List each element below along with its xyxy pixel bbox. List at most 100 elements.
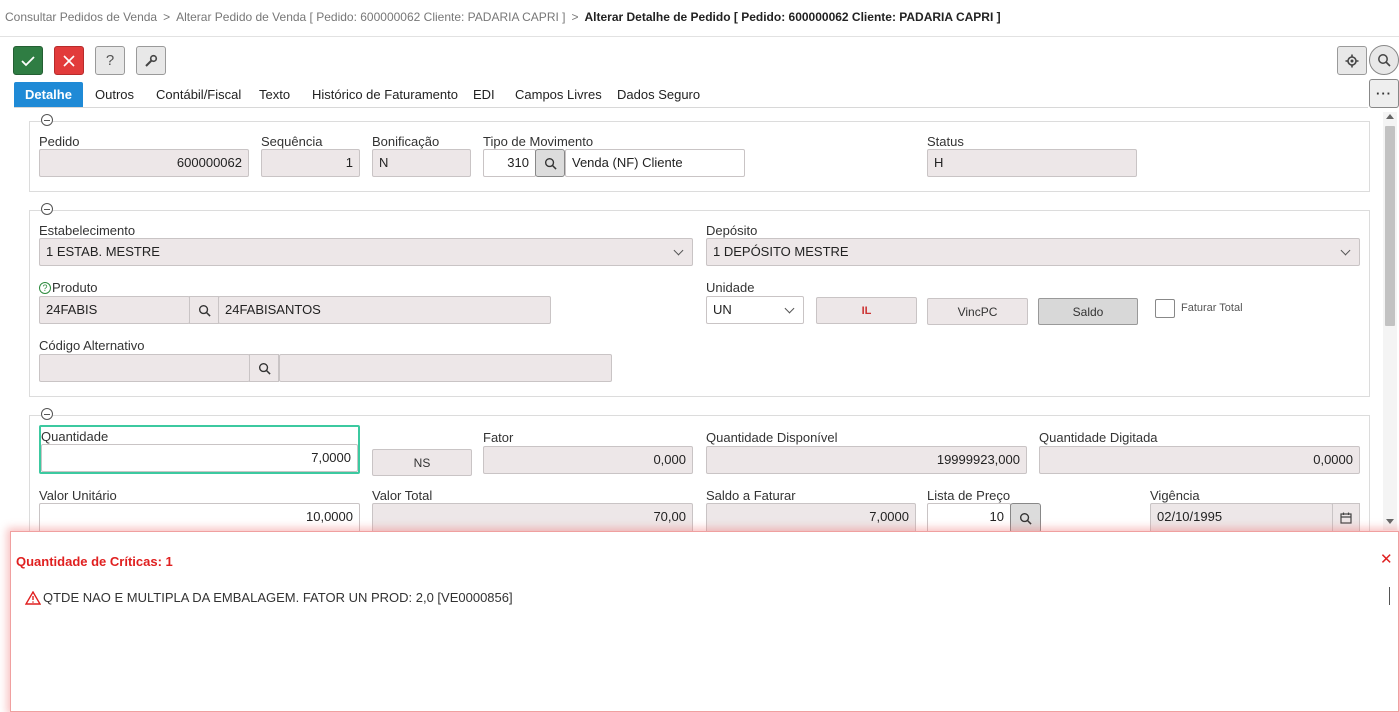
faturar-total-label: Faturar Total <box>1181 302 1243 314</box>
estabelecimento-label: Estabelecimento <box>39 223 136 238</box>
status-label: Status <box>927 134 964 149</box>
tipo-movimento-label: Tipo de Movimento <box>483 134 594 149</box>
lista-preco-input[interactable]: 10 <box>927 503 1011 533</box>
valor-unitario-label: Valor Unitário <box>39 488 117 503</box>
bonificacao-field: N <box>372 149 471 177</box>
produto-label-group: ? Produto <box>39 280 98 295</box>
valor-unitario-input[interactable]: 10,0000 <box>39 503 360 533</box>
sequencia-label: Sequência <box>261 134 323 149</box>
vincpc-button[interactable]: VincPC <box>927 298 1028 325</box>
quantidade-label: Quantidade <box>41 429 109 444</box>
deposito-select[interactable]: 1 DEPÓSITO MESTRE <box>706 238 1360 266</box>
search-icon <box>1378 54 1391 67</box>
help-button[interactable]: ? <box>95 46 125 75</box>
produto-code-input[interactable]: 24FABIS <box>39 296 190 324</box>
pedido-label: Pedido <box>39 134 80 149</box>
chevron-down-icon <box>784 303 795 314</box>
search-icon <box>544 157 557 170</box>
cancel-button[interactable] <box>54 46 84 75</box>
quantidade-input[interactable]: 7,0000 <box>41 444 358 472</box>
tab-campos-livres[interactable]: Campos Livres <box>515 82 602 107</box>
unidade-label: Unidade <box>706 280 755 295</box>
il-button[interactable]: IL <box>816 297 917 324</box>
search-icon <box>258 362 271 375</box>
codigo-alternativo-input[interactable] <box>39 354 250 382</box>
text-cursor <box>1389 587 1390 605</box>
chevron-down-icon <box>1340 245 1351 256</box>
scroll-up-icon[interactable] <box>1386 114 1394 119</box>
sequencia-field: 1 <box>261 149 360 177</box>
critica-message: QTDE NAO E MULTIPLA DA EMBALAGEM. FATOR … <box>43 590 513 605</box>
fator-label: Fator <box>483 430 514 445</box>
lista-preco-search-button[interactable] <box>1010 503 1041 533</box>
tab-texto[interactable]: Texto <box>259 82 290 107</box>
tab-detalhe[interactable]: Detalhe <box>14 82 83 107</box>
faturar-total-checkbox[interactable] <box>1155 299 1175 318</box>
criticas-panel <box>10 531 1399 712</box>
breadcrumb: Consultar Pedidos de Venda > Alterar Pedid… <box>5 10 1001 28</box>
vigencia-calendar-button[interactable] <box>1332 503 1360 533</box>
quantidade-disponivel-field: 19999923,000 <box>706 446 1027 474</box>
estabelecimento-select[interactable]: 1 ESTAB. MESTRE <box>39 238 693 266</box>
check-icon <box>21 55 35 66</box>
warning-icon <box>25 590 41 605</box>
tab-historico-faturamento[interactable]: Histórico de Faturamento <box>312 82 458 107</box>
unidade-select[interactable]: UN <box>706 296 804 324</box>
search-icon <box>198 304 211 317</box>
pedido-field: 600000062 <box>39 149 249 177</box>
tab-contabil-fiscal[interactable]: Contábil/Fiscal <box>156 82 241 107</box>
header-divider <box>0 36 1399 37</box>
collapse-icon[interactable] <box>41 114 53 126</box>
quantidade-disponivel-label: Quantidade Disponível <box>706 430 838 445</box>
valor-total-field: 70,00 <box>372 503 693 533</box>
status-field: H <box>927 149 1137 177</box>
saldo-faturar-label: Saldo a Faturar <box>706 488 796 503</box>
breadcrumb-current: Alterar Detalhe de Pedido [ Pedido: 6000… <box>584 10 1001 24</box>
quantidade-digitada-label: Quantidade Digitada <box>1039 430 1158 445</box>
gear-icon <box>1345 54 1359 67</box>
fator-field: 0,000 <box>483 446 693 474</box>
tools-button[interactable] <box>136 46 166 75</box>
scroll-down-icon[interactable] <box>1386 519 1394 524</box>
tipo-movimento-desc-field: Venda (NF) Cliente <box>565 149 745 177</box>
wrench-icon <box>145 54 158 67</box>
estabelecimento-value: 1 ESTAB. MESTRE <box>46 244 160 259</box>
bonificacao-label: Bonificação <box>372 134 440 149</box>
collapse-icon[interactable] <box>41 408 53 420</box>
tab-dados-seguro[interactable]: Dados Seguro <box>617 82 700 107</box>
tipo-movimento-code-input[interactable]: 310 <box>483 149 536 177</box>
saldo-faturar-field: 7,0000 <box>706 503 916 533</box>
deposito-label: Depósito <box>706 223 758 238</box>
produto-desc-field: 24FABISANTOS <box>218 296 551 324</box>
criticas-close-button[interactable]: ✕ <box>1380 550 1393 568</box>
settings-button[interactable] <box>1337 46 1367 75</box>
confirm-button[interactable] <box>13 46 43 75</box>
codigo-alternativo-search-button[interactable] <box>249 354 279 382</box>
codigo-alternativo-desc-field <box>279 354 612 382</box>
codigo-alternativo-label: Código Alternativo <box>39 338 145 353</box>
calendar-icon <box>1340 512 1352 524</box>
unidade-value: UN <box>713 302 732 317</box>
deposito-value: 1 DEPÓSITO MESTRE <box>713 244 849 259</box>
breadcrumb-item-consultar[interactable]: Consultar Pedidos de Venda <box>5 10 157 24</box>
tab-outros[interactable]: Outros <box>95 82 134 107</box>
close-icon <box>63 54 75 67</box>
produto-search-button[interactable] <box>189 296 219 324</box>
help-icon[interactable]: ? <box>39 281 51 294</box>
breadcrumb-separator: > <box>571 10 579 24</box>
search-icon <box>1019 512 1032 525</box>
criticas-title: Quantidade de Críticas: 1 <box>16 554 173 569</box>
tabs-divider <box>14 107 1368 108</box>
critica-item: QTDE NAO E MULTIPLA DA EMBALAGEM. FATOR … <box>25 590 513 605</box>
tipo-movimento-search-button[interactable] <box>535 149 565 177</box>
valor-total-label: Valor Total <box>372 488 433 503</box>
search-button[interactable] <box>1369 45 1399 75</box>
ns-button[interactable]: NS <box>372 449 472 476</box>
saldo-button[interactable]: Saldo <box>1038 298 1138 325</box>
vigencia-label: Vigência <box>1150 488 1200 503</box>
tab-edi[interactable]: EDI <box>473 82 495 107</box>
more-options-button[interactable]: ··· <box>1369 79 1399 108</box>
breadcrumb-item-alterar-pedido[interactable]: Alterar Pedido de Venda [ Pedido: 600000… <box>176 10 565 24</box>
collapse-icon[interactable] <box>41 203 53 215</box>
scrollbar-thumb[interactable] <box>1385 126 1395 326</box>
